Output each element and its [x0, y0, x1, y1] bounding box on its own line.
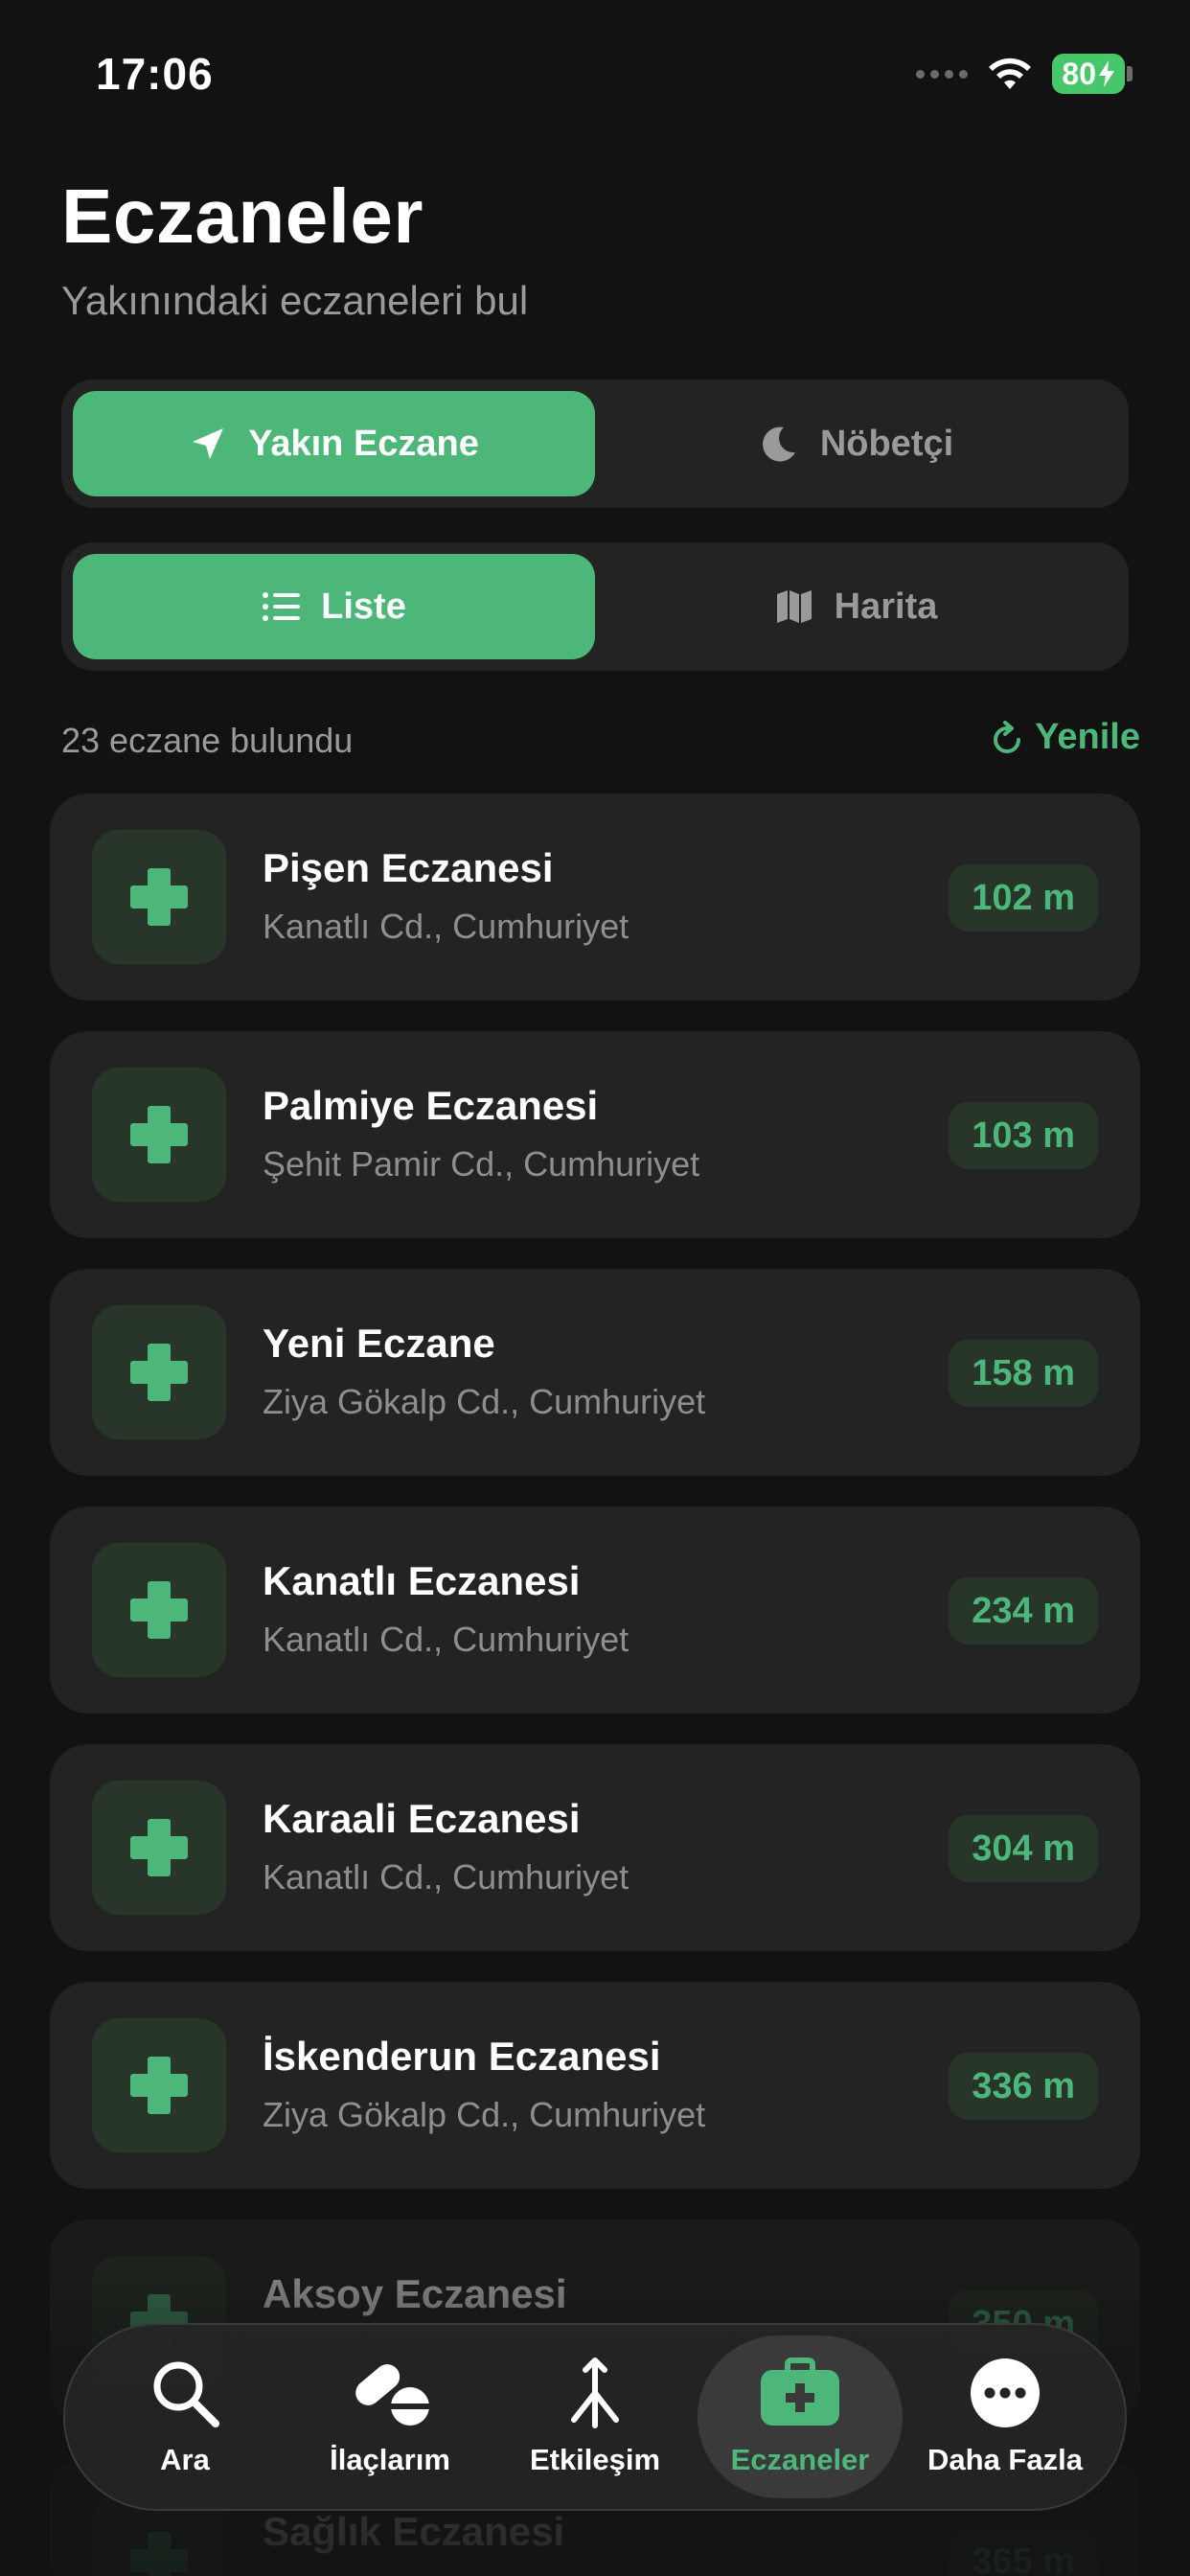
status-indicators: 80 — [916, 54, 1133, 94]
pharmacy-name: İskenderun Eczanesi — [263, 2034, 661, 2079]
pharmacy-address: Kanatlı Cd., Cumhuriyet — [263, 1620, 629, 1659]
medical-cross-icon — [92, 1068, 226, 1202]
pharmacy-name: Pişen Eczanesi — [263, 845, 554, 890]
battery-icon: 80 — [1052, 54, 1133, 94]
medical-cross-icon — [92, 830, 226, 964]
pharmacies-screen: 17:06 80 Eczaneler Yakınındaki eczaneler… — [0, 0, 1190, 2576]
medical-cross-icon — [92, 1543, 226, 1677]
medical-cross-icon — [92, 1781, 226, 1915]
battery-level: 80 — [1062, 57, 1096, 91]
tab-more[interactable]: Daha Fazla — [903, 2335, 1108, 2498]
search-icon — [153, 2361, 219, 2427]
map-view-tab[interactable]: Harita — [595, 554, 1117, 659]
refresh-button[interactable]: Yenile — [991, 717, 1140, 758]
pharmacy-card[interactable]: Karaali Eczanesi Kanatlı Cd., Cumhuriyet… — [50, 1744, 1140, 1951]
pharmacy-name: Aksoy Eczanesi — [263, 2271, 567, 2316]
charging-bolt-icon — [1099, 60, 1114, 87]
pharmacy-name: Karaali Eczanesi — [263, 1796, 581, 1841]
medical-kit-icon — [761, 2358, 839, 2426]
on-duty-pharmacy-tab[interactable]: Nöbetçi — [595, 391, 1117, 496]
list-view-label: Liste — [321, 586, 406, 627]
distance-badge: 365 m — [949, 2528, 1098, 2576]
on-duty-pharmacy-label: Nöbetçi — [819, 423, 954, 464]
tab-more-label: Daha Fazla — [927, 2443, 1083, 2476]
distance-badge: 304 m — [949, 1815, 1098, 1882]
map-icon — [776, 590, 812, 623]
mode-toggle: Yakın Eczane Nöbetçi — [61, 380, 1129, 508]
tab-search[interactable]: Ara — [82, 2335, 287, 2498]
list-view-tab[interactable]: Liste — [73, 554, 595, 659]
pharmacy-address: Ziya Gökalp Cd., Cumhuriyet — [263, 1382, 706, 1421]
list-icon — [263, 592, 301, 621]
medical-cross-icon — [92, 2018, 226, 2152]
map-view-label: Harita — [834, 586, 938, 627]
more-icon — [971, 2358, 1040, 2427]
tab-interaction-label: Etkileşim — [529, 2443, 661, 2476]
distance-badge: 336 m — [949, 2053, 1098, 2120]
pharmacy-name: Kanatlı Eczanesi — [263, 1558, 581, 1603]
view-toggle: Liste Harita — [61, 542, 1129, 671]
page-subtitle: Yakınındaki eczaneleri bul — [61, 278, 529, 323]
pharmacy-address: Ziya Gökalp Cd., Cumhuriyet — [263, 2095, 706, 2134]
refresh-icon — [994, 720, 1021, 753]
pharmacy-name: Yeni Eczane — [263, 1321, 495, 1366]
distance-badge: 234 m — [949, 1577, 1098, 1644]
tab-my-medications[interactable]: İlaçlarım — [287, 2335, 492, 2498]
wifi-icon — [989, 58, 1032, 89]
distance-badge: 102 m — [949, 864, 1098, 932]
pharmacy-card[interactable]: İskenderun Eczanesi Ziya Gökalp Cd., Cum… — [50, 1982, 1140, 2189]
distance-badge: 158 m — [949, 1340, 1098, 1407]
status-time: 17:06 — [96, 49, 214, 99]
tab-bar: Ara İlaçlarım Etkileşim Eczaneler Daha F… — [63, 2323, 1127, 2511]
pharmacy-card[interactable]: Pişen Eczanesi Kanatlı Cd., Cumhuriyet 1… — [50, 794, 1140, 1000]
distance-badge: 103 m — [949, 1102, 1098, 1169]
nearby-pharmacy-label: Yakın Eczane — [248, 423, 479, 464]
pills-icon — [355, 2364, 431, 2426]
tab-pharmacies[interactable]: Eczaneler — [698, 2335, 903, 2498]
refresh-label: Yenile — [1035, 717, 1140, 757]
page-title: Eczaneler — [61, 173, 424, 259]
pharmacy-list: Pişen Eczanesi Kanatlı Cd., Cumhuriyet 1… — [50, 794, 1140, 2576]
tab-my-medications-label: İlaçlarım — [330, 2443, 450, 2476]
interaction-icon — [571, 2358, 619, 2428]
tab-pharmacies-label: Eczaneler — [730, 2443, 870, 2476]
medical-cross-icon — [92, 1305, 226, 1439]
pharmacy-address: Şehit Pamir Cd., Cumhuriyet — [263, 1144, 700, 1184]
cellular-signal-icon — [916, 69, 969, 79]
moon-icon — [762, 426, 795, 462]
pharmacy-card[interactable]: Palmiye Eczanesi Şehit Pamir Cd., Cumhur… — [50, 1031, 1140, 1238]
tab-interaction[interactable]: Etkileşim — [492, 2335, 698, 2498]
pharmacy-card[interactable]: Kanatlı Eczanesi Kanatlı Cd., Cumhuriyet… — [50, 1506, 1140, 1714]
pharmacy-card[interactable]: Yeni Eczane Ziya Gökalp Cd., Cumhuriyet … — [50, 1269, 1140, 1476]
tab-search-label: Ara — [160, 2443, 210, 2476]
pharmacy-name: Sağlık Eczanesi — [263, 2509, 565, 2554]
nearby-pharmacy-tab[interactable]: Yakın Eczane — [73, 391, 595, 496]
pharmacy-name: Palmiye Eczanesi — [263, 1083, 599, 1128]
pharmacy-address: Kanatlı Cd., Cumhuriyet — [263, 1857, 629, 1897]
pharmacy-address: Kanatlı Cd., Cumhuriyet — [263, 907, 629, 946]
result-count: 23 eczane bulundu — [61, 721, 354, 760]
location-arrow-icon — [193, 428, 224, 459]
